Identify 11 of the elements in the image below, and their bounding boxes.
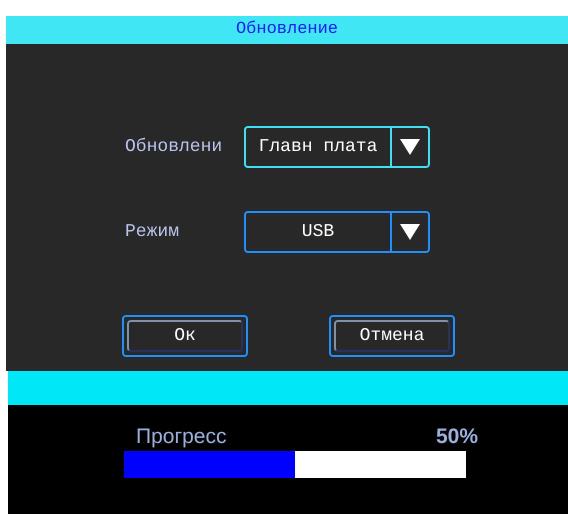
dropdown[interactable]: USB <box>244 211 430 253</box>
field-label: Режим <box>125 220 180 244</box>
dialog-button[interactable]: Отмена <box>329 315 455 357</box>
progress-reading: 50% <box>436 424 478 450</box>
field-label: Обновлени <box>125 136 224 158</box>
progress-label: Прогресс <box>136 424 226 450</box>
dialog-title: Обновление <box>236 19 338 42</box>
caret-icon <box>400 224 420 240</box>
dropdown[interactable]: Главн плата <box>244 126 430 168</box>
caret-icon <box>400 139 420 155</box>
dialog-button[interactable]: Ок <box>122 315 248 357</box>
